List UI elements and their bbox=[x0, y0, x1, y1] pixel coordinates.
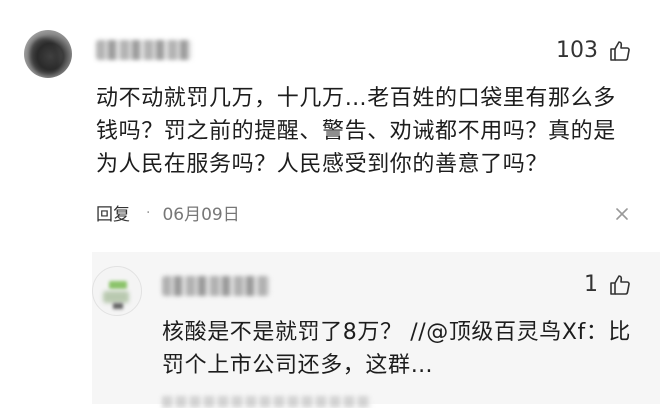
more-options-icon[interactable] bbox=[614, 206, 630, 222]
commenter-username[interactable] bbox=[96, 40, 192, 60]
reply-like-count: 1 bbox=[584, 272, 598, 297]
comment-text: 动不动就罚几万，十几万…老百姓的口袋里有那么多钱吗？罚之前的提醒、警告、劝诫都不… bbox=[96, 86, 616, 177]
comment-meta: 回复 · 06月09日 bbox=[96, 200, 240, 226]
meta-separator: · bbox=[146, 204, 151, 221]
next-item-partial bbox=[162, 396, 372, 408]
replier-avatar[interactable] bbox=[92, 266, 142, 316]
reply-text: 核酸是不是就罚了8万？ //@顶级百灵鸟Xf：比罚个上市公司还多，这群… bbox=[162, 320, 632, 378]
comment-date: 06月09日 bbox=[162, 205, 240, 225]
thumbs-up-icon bbox=[610, 274, 630, 295]
like-count: 103 bbox=[556, 38, 598, 63]
like-button[interactable]: 103 bbox=[556, 38, 632, 63]
commenter-avatar[interactable] bbox=[24, 30, 72, 78]
replier-username[interactable] bbox=[162, 276, 270, 296]
reply-like-button[interactable]: 1 bbox=[584, 272, 632, 297]
thumbs-up-icon bbox=[610, 40, 630, 61]
reply-button[interactable]: 回复 bbox=[96, 200, 130, 225]
